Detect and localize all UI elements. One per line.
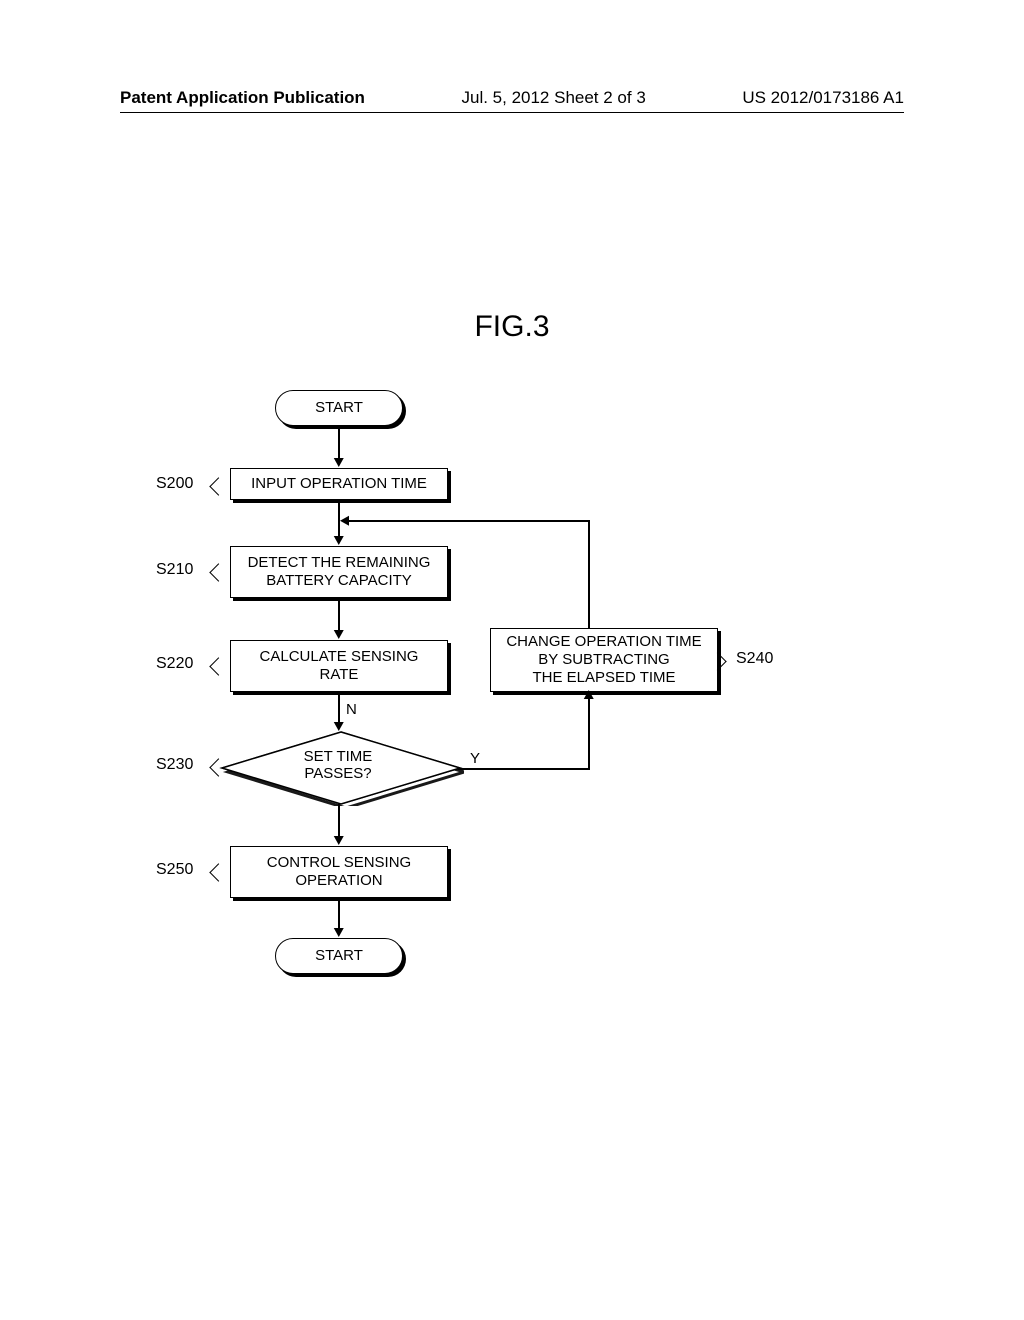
- step-s240-text2: BY SUBTRACTING: [538, 651, 669, 669]
- step-s220-text2: RATE: [320, 666, 359, 684]
- step-s220-ref: S220: [156, 655, 193, 673]
- branch-yes-label: Y: [470, 750, 480, 767]
- arrowhead-icon: [334, 836, 344, 845]
- header-left: Patent Application Publication: [120, 88, 365, 108]
- arrowhead-icon: [334, 630, 344, 639]
- flowchart: START INPUT OPERATION TIME S200 DETECT T…: [0, 390, 1024, 1030]
- step-s210-ref: S210: [156, 561, 193, 579]
- step-s240-box: CHANGE OPERATION TIME BY SUBTRACTING THE…: [490, 628, 718, 692]
- connector: [458, 768, 588, 770]
- terminator-end-label: START: [315, 947, 363, 965]
- decision-s230-text2: PASSES?: [304, 765, 371, 782]
- step-s250-ref: S250: [156, 861, 193, 879]
- arrowhead-icon: [334, 458, 344, 467]
- connector: [338, 900, 340, 930]
- step-s250-text2: OPERATION: [295, 872, 382, 890]
- header-right: US 2012/0173186 A1: [742, 88, 904, 108]
- page: Patent Application Publication Jul. 5, 2…: [0, 0, 1024, 1320]
- connector: [338, 694, 340, 724]
- step-s210-text1: DETECT THE REMAINING: [248, 554, 431, 572]
- connector: [338, 600, 340, 632]
- decision-s230-text1: SET TIME: [304, 748, 373, 765]
- step-s240-text1: CHANGE OPERATION TIME: [506, 633, 701, 651]
- terminator-start-label: START: [315, 399, 363, 417]
- step-s200-ref: S200: [156, 475, 193, 493]
- step-s210-text2: BATTERY CAPACITY: [266, 572, 412, 590]
- arrowhead-icon: [584, 690, 594, 699]
- terminator-start: START: [275, 390, 403, 426]
- step-s220-box: CALCULATE SENSING RATE: [230, 640, 448, 692]
- connector: [348, 520, 589, 522]
- connector: [588, 520, 590, 628]
- step-s220-text1: CALCULATE SENSING: [260, 648, 419, 666]
- step-s210-box: DETECT THE REMAINING BATTERY CAPACITY: [230, 546, 448, 598]
- connector: [338, 428, 340, 460]
- step-s240-ref: S240: [736, 650, 773, 668]
- decision-s230: SET TIME PASSES?: [218, 730, 458, 800]
- header-rule: [120, 112, 904, 113]
- figure-title: FIG.3: [0, 310, 1024, 344]
- connector: [338, 804, 340, 838]
- step-s230-ref: S230: [156, 756, 193, 774]
- step-s250-box: CONTROL SENSING OPERATION: [230, 846, 448, 898]
- arrowhead-icon: [334, 928, 344, 937]
- connector: [588, 690, 590, 770]
- branch-no-label: N: [346, 701, 357, 718]
- step-s240-text3: THE ELAPSED TIME: [532, 669, 675, 687]
- step-s250-text1: CONTROL SENSING: [267, 854, 411, 872]
- step-s200-box: INPUT OPERATION TIME: [230, 468, 448, 500]
- header-center: Jul. 5, 2012 Sheet 2 of 3: [461, 88, 645, 108]
- arrowhead-icon: [334, 536, 344, 545]
- page-header: Patent Application Publication Jul. 5, 2…: [120, 88, 904, 108]
- step-s200-text: INPUT OPERATION TIME: [251, 475, 427, 493]
- terminator-end: START: [275, 938, 403, 974]
